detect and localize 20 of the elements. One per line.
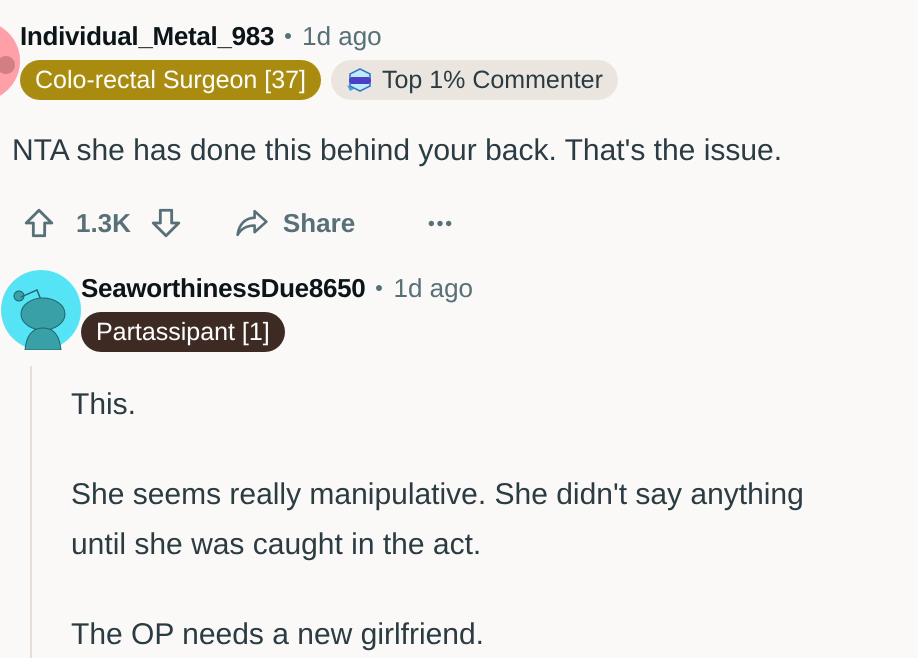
- share-button[interactable]: Share: [234, 206, 356, 240]
- username[interactable]: SeaworthinessDue8650: [81, 272, 366, 304]
- comment-text: The OP needs a new girlfriend.: [71, 617, 486, 653]
- more-button[interactable]: [427, 220, 454, 226]
- separator-dot-icon: [285, 33, 292, 39]
- comment-text: This.: [71, 387, 138, 423]
- timestamp: 1d ago: [393, 272, 474, 304]
- user-flair: Colo-rectal Surgeon [37]: [20, 60, 321, 100]
- comment-text: NTA she has done this behind your back. That's the issue.: [12, 133, 784, 169]
- comment-text: She seems really manipulative. She didn't say anything until she was caught in the act.: [71, 477, 805, 563]
- achievement-label: Top 1% Commenter: [382, 66, 603, 94]
- up-arrow-icon: [22, 206, 56, 240]
- user-flair: Partassipant [1]: [81, 312, 285, 352]
- username[interactable]: Individual_Metal_983: [20, 20, 274, 52]
- upvote-button[interactable]: [22, 206, 56, 240]
- separator-dot-icon: [376, 285, 382, 291]
- timestamp: 1d ago: [302, 20, 382, 52]
- vote-count: 1.3K: [76, 208, 131, 238]
- goggles-icon: [346, 68, 374, 92]
- more-icon: [427, 220, 454, 226]
